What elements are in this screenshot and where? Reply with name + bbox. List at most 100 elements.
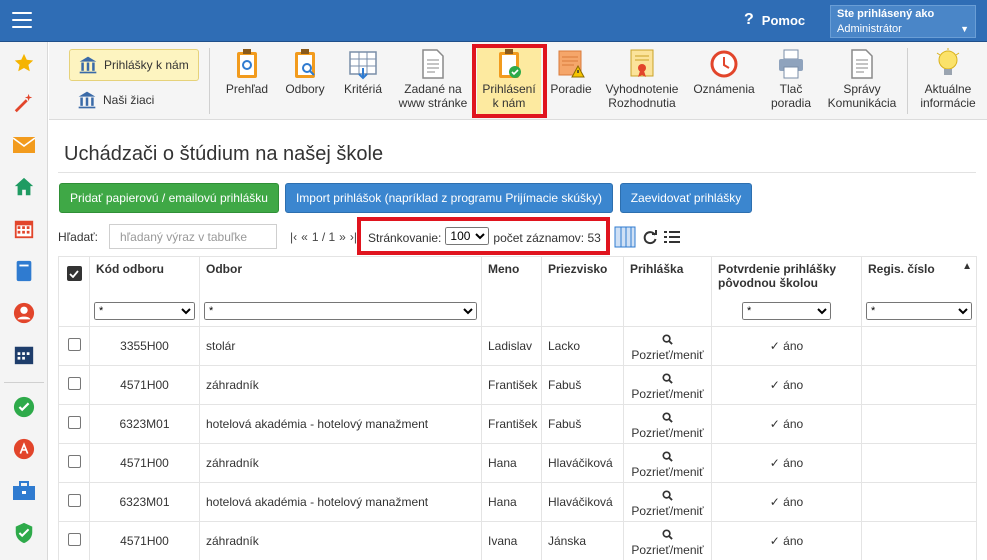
column-header-application[interactable]: Prihláška: [623, 256, 712, 299]
columns-icon[interactable]: [614, 226, 636, 248]
tool-print-ranking[interactable]: Tlač poradia: [765, 48, 817, 114]
view-edit-link[interactable]: Pozrieť/meniť: [623, 365, 712, 405]
tool-fields[interactable]: Odbory: [279, 48, 331, 114]
view-edit-link[interactable]: Pozrieť/meniť: [623, 326, 712, 366]
envelope-icon[interactable]: [0, 130, 48, 160]
column-header-last-name[interactable]: Priezvisko: [541, 256, 624, 299]
cell-code: 4571H00: [89, 443, 200, 483]
row-checkbox[interactable]: [67, 377, 81, 390]
table-row[interactable]: 3355H00 stolár Ladislav Lacko Pozrieť/me…: [58, 326, 977, 366]
view-edit-link[interactable]: Pozrieť/meniť: [623, 482, 712, 522]
cell-first-name: František: [481, 365, 542, 405]
cell-confirmation: ✓ áno: [711, 404, 862, 444]
tool-current-info[interactable]: Aktuálne informácie: [915, 48, 981, 114]
briefcase-icon[interactable]: [0, 476, 48, 506]
register-applications-button[interactable]: Zaevidovať prihlášky: [620, 183, 752, 213]
table-row[interactable]: 6323M01 hotelová akadémia - hotelový man…: [58, 482, 977, 522]
tool-registered-to-us-label-2: k nám: [492, 96, 526, 110]
magic-wand-icon[interactable]: [0, 88, 48, 118]
cell-last-name: Fabuš: [541, 365, 624, 405]
view-edit-link[interactable]: Pozrieť/meniť: [623, 521, 712, 560]
filter-field-select[interactable]: *: [204, 301, 477, 320]
star-icon[interactable]: [0, 48, 48, 78]
toolbar: Prihlášky k nám Naši žiaci Prehľad Odbor…: [49, 42, 987, 120]
person-icon[interactable]: [0, 298, 48, 328]
add-application-button[interactable]: Pridať papierovú / emailovú prihlášku: [59, 183, 279, 213]
pager-last[interactable]: ›|: [350, 230, 357, 244]
filter-reg-select[interactable]: *: [866, 301, 972, 320]
applications-to-us-button[interactable]: Prihlášky k nám: [69, 49, 199, 81]
tool-print-ranking-label-1: Tlač: [779, 82, 803, 96]
column-header-field[interactable]: Odbor: [199, 256, 482, 299]
cell-confirmation: ✓ áno: [711, 521, 862, 560]
records-count: počet záznamov: 53: [493, 230, 601, 245]
shield-check-icon[interactable]: [0, 518, 48, 548]
user-menu[interactable]: Ste prihlásený ako Administrátor ▼: [830, 5, 976, 38]
schedule-icon[interactable]: [0, 340, 48, 370]
cell-first-name: Ivana: [481, 521, 542, 560]
pager-prev[interactable]: «: [301, 230, 308, 244]
search-input[interactable]: [109, 224, 277, 249]
row-checkbox[interactable]: [67, 533, 81, 547]
row-checkbox[interactable]: [67, 455, 81, 468]
refresh-icon[interactable]: [642, 229, 658, 245]
chevron-down-icon: ▼: [960, 24, 969, 34]
column-header-confirmation[interactable]: Potvrdenie prihlášky pôvodnou školou: [711, 256, 862, 299]
row-checkbox[interactable]: [67, 338, 81, 351]
cell-reg-no: [861, 326, 977, 366]
table-row[interactable]: 6323M01 hotelová akadémia - hotelový man…: [58, 404, 977, 444]
row-checkbox[interactable]: [67, 416, 81, 429]
tool-entered-on-web[interactable]: Zadané na www stránke: [395, 48, 471, 114]
sort-asc-icon[interactable]: ▲: [962, 261, 972, 272]
import-applications-button[interactable]: Import prihlášok (napríklad z programu P…: [285, 183, 613, 213]
cell-code: 3355H00: [89, 326, 200, 366]
our-pupils-button[interactable]: Naši žiaci: [77, 89, 154, 111]
help-label: Pomoc: [761, 12, 806, 28]
view-edit-link[interactable]: Pozrieť/meniť: [623, 404, 712, 444]
column-header-first-name[interactable]: Meno: [481, 256, 542, 299]
tool-criteria[interactable]: Kritériá: [335, 48, 391, 114]
tool-overview[interactable]: Prehľad: [219, 48, 275, 114]
table-row[interactable]: 4571H00 záhradník Ivana Jánska Pozrieť/m…: [58, 521, 977, 560]
toolbar-divider: [209, 48, 210, 114]
filter-confirmation-select[interactable]: *: [742, 301, 831, 320]
list-icon[interactable]: [664, 230, 680, 244]
tool-registered-to-us[interactable]: Prihlásení k nám: [477, 48, 541, 114]
calendar-icon[interactable]: [0, 214, 48, 244]
paging-control: Stránkovanie: 100 počet záznamov: 53: [368, 227, 601, 245]
tool-evaluation-label-1: Vyhodnotenie: [605, 82, 679, 96]
tool-entered-on-web-label-2: www stránke: [398, 96, 468, 110]
select-all-checkbox[interactable]: [66, 266, 82, 281]
adobe-icon[interactable]: [0, 434, 48, 464]
column-header-code[interactable]: Kód odboru: [89, 256, 200, 299]
book-icon[interactable]: [0, 256, 48, 286]
cell-last-name: Hlaváčiková: [541, 443, 624, 483]
tool-ranking[interactable]: Poradie: [545, 48, 597, 114]
page-size-select[interactable]: 100: [445, 227, 490, 245]
view-edit-link[interactable]: Pozrieť/meniť: [623, 443, 712, 483]
menu-icon[interactable]: [12, 12, 32, 28]
table-row[interactable]: 4571H00 záhradník Hana Hlaváčiková Pozri…: [58, 443, 977, 483]
tool-notifications[interactable]: Oznámenia: [687, 48, 761, 114]
row-checkbox[interactable]: [67, 494, 81, 507]
applications-to-us-label: Prihlášky k nám: [104, 58, 189, 72]
tool-messages[interactable]: Správy Komunikácia: [823, 48, 901, 114]
check-circle-icon[interactable]: [0, 392, 48, 422]
filter-cell: [481, 298, 542, 327]
cell-field: záhradník: [199, 443, 482, 483]
help-link[interactable]: ? Pomoc: [744, 11, 805, 29]
filter-cell: *: [711, 298, 862, 327]
column-header-reg-no[interactable]: Regis. číslo ▲: [861, 256, 977, 299]
tool-evaluation[interactable]: Vyhodnotenie Rozhodnutia: [603, 48, 681, 114]
table-row[interactable]: 4571H00 záhradník František Fabuš Pozrie…: [58, 365, 977, 405]
title-divider: [58, 172, 976, 173]
search-icon: [662, 373, 673, 384]
pager-next[interactable]: »: [339, 230, 346, 244]
filter-code-select[interactable]: *: [94, 301, 195, 320]
pager-first[interactable]: |‹: [290, 230, 297, 244]
school-icon: [78, 91, 96, 109]
tool-overview-label-1: Prehľad: [225, 82, 269, 96]
home-icon[interactable]: [0, 172, 48, 202]
cell-code: 4571H00: [89, 521, 200, 560]
user-menu-caption: Ste prihlásený ako: [837, 8, 935, 20]
